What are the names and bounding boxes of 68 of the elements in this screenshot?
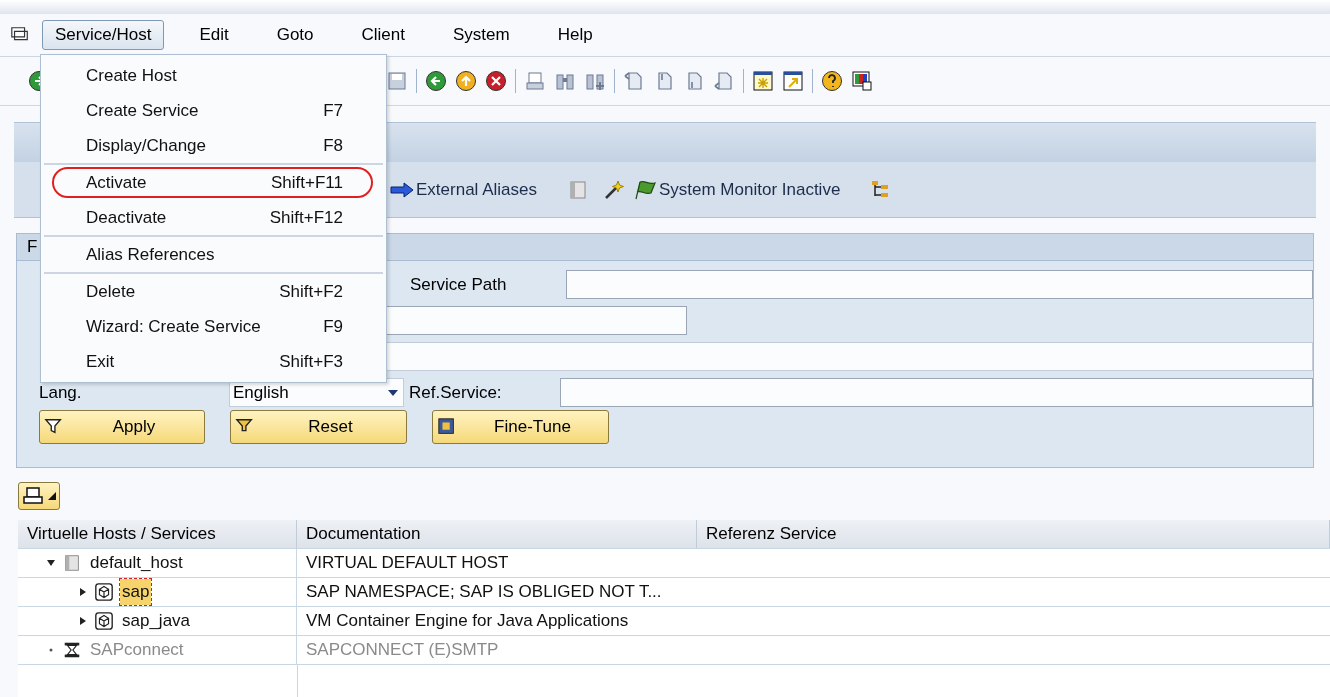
column-header[interactable]: Documentation	[297, 520, 697, 548]
shortcut-text: Shift+F3	[279, 350, 343, 373]
frame-icon	[437, 417, 457, 437]
menu-tab[interactable]: Goto	[263, 20, 327, 50]
layout-icon[interactable]	[851, 70, 873, 92]
field-label: Ref.Service:	[408, 381, 503, 404]
tree-node[interactable]: sap	[120, 579, 152, 605]
shortcut-text: F8	[323, 134, 343, 157]
menu-item[interactable]: Deactivate Shift+F12	[44, 200, 383, 235]
menu-tab[interactable]: System	[440, 20, 523, 50]
shortcut-text: Shift+F2	[279, 280, 343, 303]
cancel-icon[interactable]	[485, 70, 507, 92]
shortcut-text: F9	[323, 315, 343, 338]
flag-icon	[632, 179, 657, 200]
collapse-arrow-icon[interactable]	[46, 558, 56, 568]
back-icon[interactable]	[425, 70, 447, 92]
menu-item[interactable]: Create Service F7	[44, 93, 383, 128]
menu-item[interactable]: Exit Shift+F3	[44, 344, 383, 379]
box-icon	[62, 553, 82, 573]
shortcut-text: Shift+F11	[271, 171, 343, 194]
ref-service-field[interactable]	[560, 378, 1313, 407]
dropdown-arrow-icon	[388, 389, 398, 396]
help-icon[interactable]	[821, 70, 843, 92]
filter-button[interactable]: Reset	[230, 410, 407, 444]
print-menu-button[interactable]	[18, 482, 60, 510]
menu-item[interactable]: Create Host	[44, 58, 383, 93]
column-header[interactable]: Virtuelle Hosts / Services	[18, 520, 297, 548]
print-icon	[22, 486, 44, 506]
menu-item[interactable]: Wizard: Create Service F9	[44, 309, 383, 344]
print-icon[interactable]	[524, 70, 546, 92]
tree-node[interactable]: sap_java	[120, 608, 193, 634]
funnel-icon	[44, 417, 64, 437]
new-window-icon[interactable]	[752, 70, 774, 92]
table-cell-text: VM Container Engine for Java Applications	[305, 610, 630, 633]
cube-icon	[94, 611, 114, 631]
table-cell-text: SAP NAMESPACE; SAP IS OBLIGED NOT T...	[305, 581, 663, 604]
right-arrow-icon	[390, 181, 414, 198]
filter-button[interactable]: Fine-Tune	[432, 410, 609, 444]
field-label: Service Path	[410, 273, 508, 296]
filter-button[interactable]: Apply	[39, 410, 205, 444]
menu-item[interactable]: Display/Change F8	[44, 128, 383, 163]
table-cell-text: SAPCONNECT (E)SMTP	[305, 639, 500, 662]
expand-arrow-icon[interactable]	[78, 616, 88, 626]
system-monitor-button[interactable]: System Monitor Inactive	[632, 176, 841, 203]
menu-tab[interactable]: Edit	[186, 20, 242, 50]
save-icon[interactable]	[386, 70, 408, 92]
menu-tab[interactable]: Service/Host	[42, 20, 165, 50]
table-cell-text: VIRTUAL DEFAULT HOST	[305, 552, 510, 575]
shortcut-text: F7	[323, 99, 343, 122]
menu-item[interactable]: Activate Shift+F11	[44, 165, 383, 200]
hourglass-icon	[62, 640, 82, 660]
panel-title: F	[27, 236, 38, 259]
menu-item[interactable]: Delete Shift+F2	[44, 274, 383, 309]
menu-item[interactable]: Alias References	[44, 237, 383, 272]
menu-tab[interactable]: Help	[544, 20, 606, 50]
expand-arrow-icon[interactable]	[78, 587, 88, 597]
caret-icon	[48, 492, 56, 500]
first-page-icon[interactable]	[623, 70, 645, 92]
shortcut-window-icon[interactable]	[782, 70, 804, 92]
external-aliases-button[interactable]: External Aliases	[390, 176, 537, 203]
field-label: Lang.	[39, 381, 83, 404]
menu-tab[interactable]: Client	[348, 20, 418, 50]
shortcut-text: Shift+F12	[269, 206, 343, 229]
last-page-icon[interactable]	[713, 70, 735, 92]
tree-node[interactable]: default_host	[88, 550, 185, 576]
column-header[interactable]: Referenz Service	[697, 520, 1330, 548]
service-path-field[interactable]	[566, 270, 1313, 299]
cube-icon	[94, 582, 114, 602]
